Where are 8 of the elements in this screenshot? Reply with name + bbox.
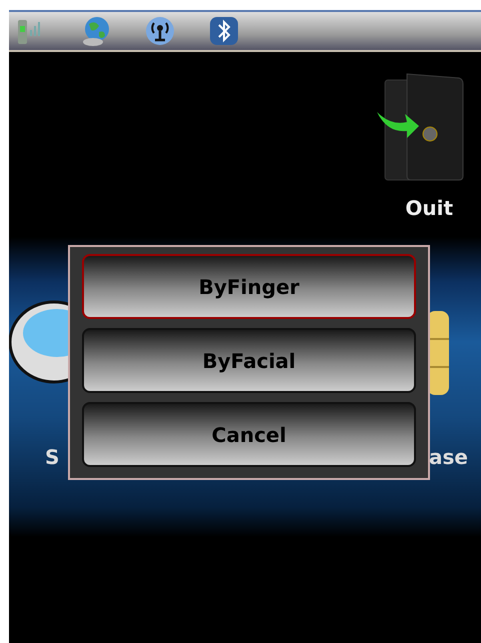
option-button[interactable]: Cancel: [82, 402, 416, 467]
option-button[interactable]: ByFacial: [82, 328, 416, 393]
menu-label: S: [45, 445, 60, 469]
antenna-icon: [143, 14, 177, 48]
option-button[interactable]: ByFinger: [82, 254, 416, 319]
quit-label: Ouit: [405, 196, 453, 220]
bluetooth-icon: [207, 14, 241, 48]
menu-label: ase: [429, 445, 468, 469]
